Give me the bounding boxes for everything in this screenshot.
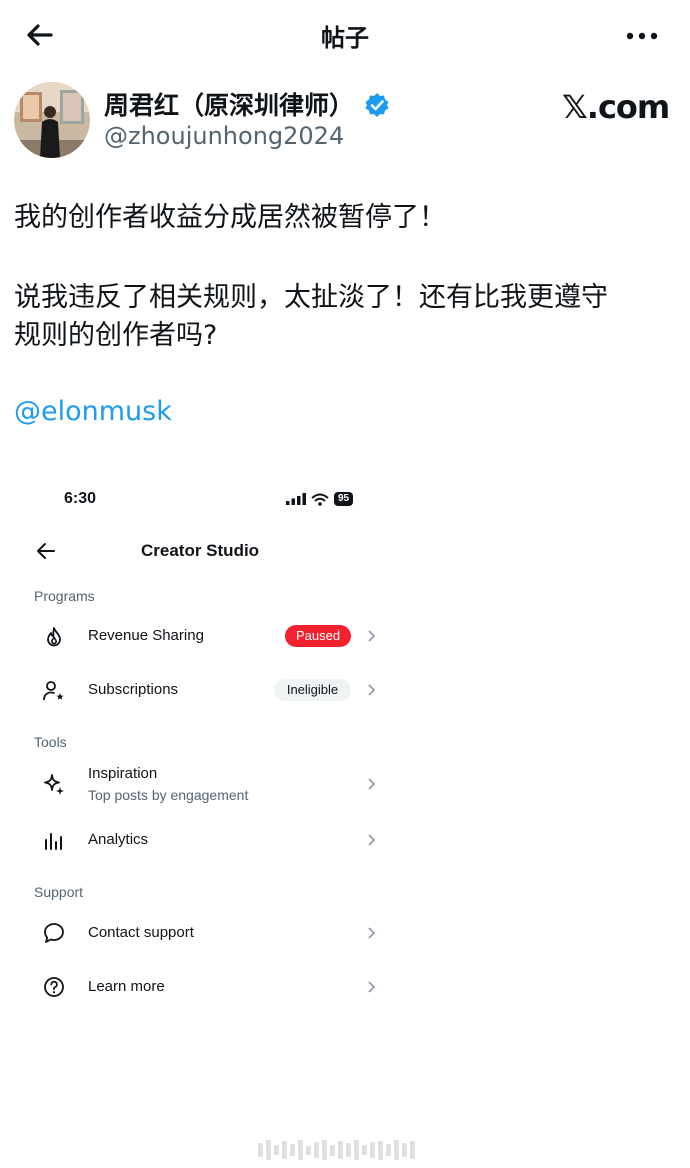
flame-icon xyxy=(47,627,61,647)
person-star-icon xyxy=(43,681,64,701)
chevron-right-icon[interactable] xyxy=(366,777,376,791)
chevron-right-icon[interactable] xyxy=(366,683,376,697)
sparkle-icon xyxy=(44,774,64,795)
signal-icon xyxy=(286,493,306,505)
help-circle-icon xyxy=(44,977,64,997)
top-bar: 帖子 xyxy=(0,0,690,72)
paused-badge: Paused xyxy=(285,625,351,647)
chat-bubble-icon xyxy=(44,923,64,943)
avatar[interactable] xyxy=(14,82,90,158)
chevron-right-icon[interactable] xyxy=(366,926,376,940)
analytics-label[interactable]: Analytics xyxy=(88,831,148,848)
author-handle[interactable]: @zhoujunhong2024 xyxy=(104,122,344,150)
tweet-text-line-2: 说我违反了相关规则，太扯淡了！还有比我更遵守 xyxy=(14,282,608,313)
battery-indicator: 95 xyxy=(334,492,354,506)
subscriptions-label[interactable]: Subscriptions xyxy=(88,681,178,698)
more-icon xyxy=(626,32,658,40)
author-name[interactable]: 周君红（原深圳律师） xyxy=(104,86,354,122)
section-tools: Tools xyxy=(34,734,67,750)
status-icons: 95 xyxy=(286,490,354,508)
embedded-screenshot[interactable]: 6:30 95 Creator Studio Programs Revenue … xyxy=(0,470,420,1030)
inspiration-subtitle: Top posts by engagement xyxy=(88,787,249,803)
chevron-right-icon[interactable] xyxy=(366,980,376,994)
back-arrow-icon[interactable] xyxy=(36,542,56,560)
chevron-right-icon[interactable] xyxy=(366,833,376,847)
watermark xyxy=(258,1138,432,1162)
ineligible-badge: Ineligible xyxy=(274,679,351,701)
revenue-sharing-label[interactable]: Revenue Sharing xyxy=(88,627,204,644)
section-support: Support xyxy=(34,884,84,900)
verified-badge-icon xyxy=(365,93,389,117)
creator-studio-title: Creator Studio xyxy=(141,541,260,560)
contact-support-label[interactable]: Contact support xyxy=(88,924,194,941)
mention-link[interactable]: @elonmusk xyxy=(14,396,172,427)
wifi-icon xyxy=(311,493,329,506)
bar-chart-icon xyxy=(45,833,62,850)
inspiration-label[interactable]: Inspiration xyxy=(88,765,157,782)
chevron-right-icon[interactable] xyxy=(366,629,376,643)
tweet-text-line-3: 规则的创作者吗? xyxy=(14,320,218,351)
page-title: 帖子 xyxy=(321,24,369,52)
learn-more-label[interactable]: Learn more xyxy=(88,978,165,995)
x-com-logo: 𝕏.com xyxy=(562,88,670,126)
status-time: 6:30 xyxy=(64,490,97,507)
tweet-text-line-1: 我的创作者收益分成居然被暂停了！ xyxy=(14,202,446,233)
more-button[interactable] xyxy=(624,22,660,50)
section-programs: Programs xyxy=(34,588,95,604)
